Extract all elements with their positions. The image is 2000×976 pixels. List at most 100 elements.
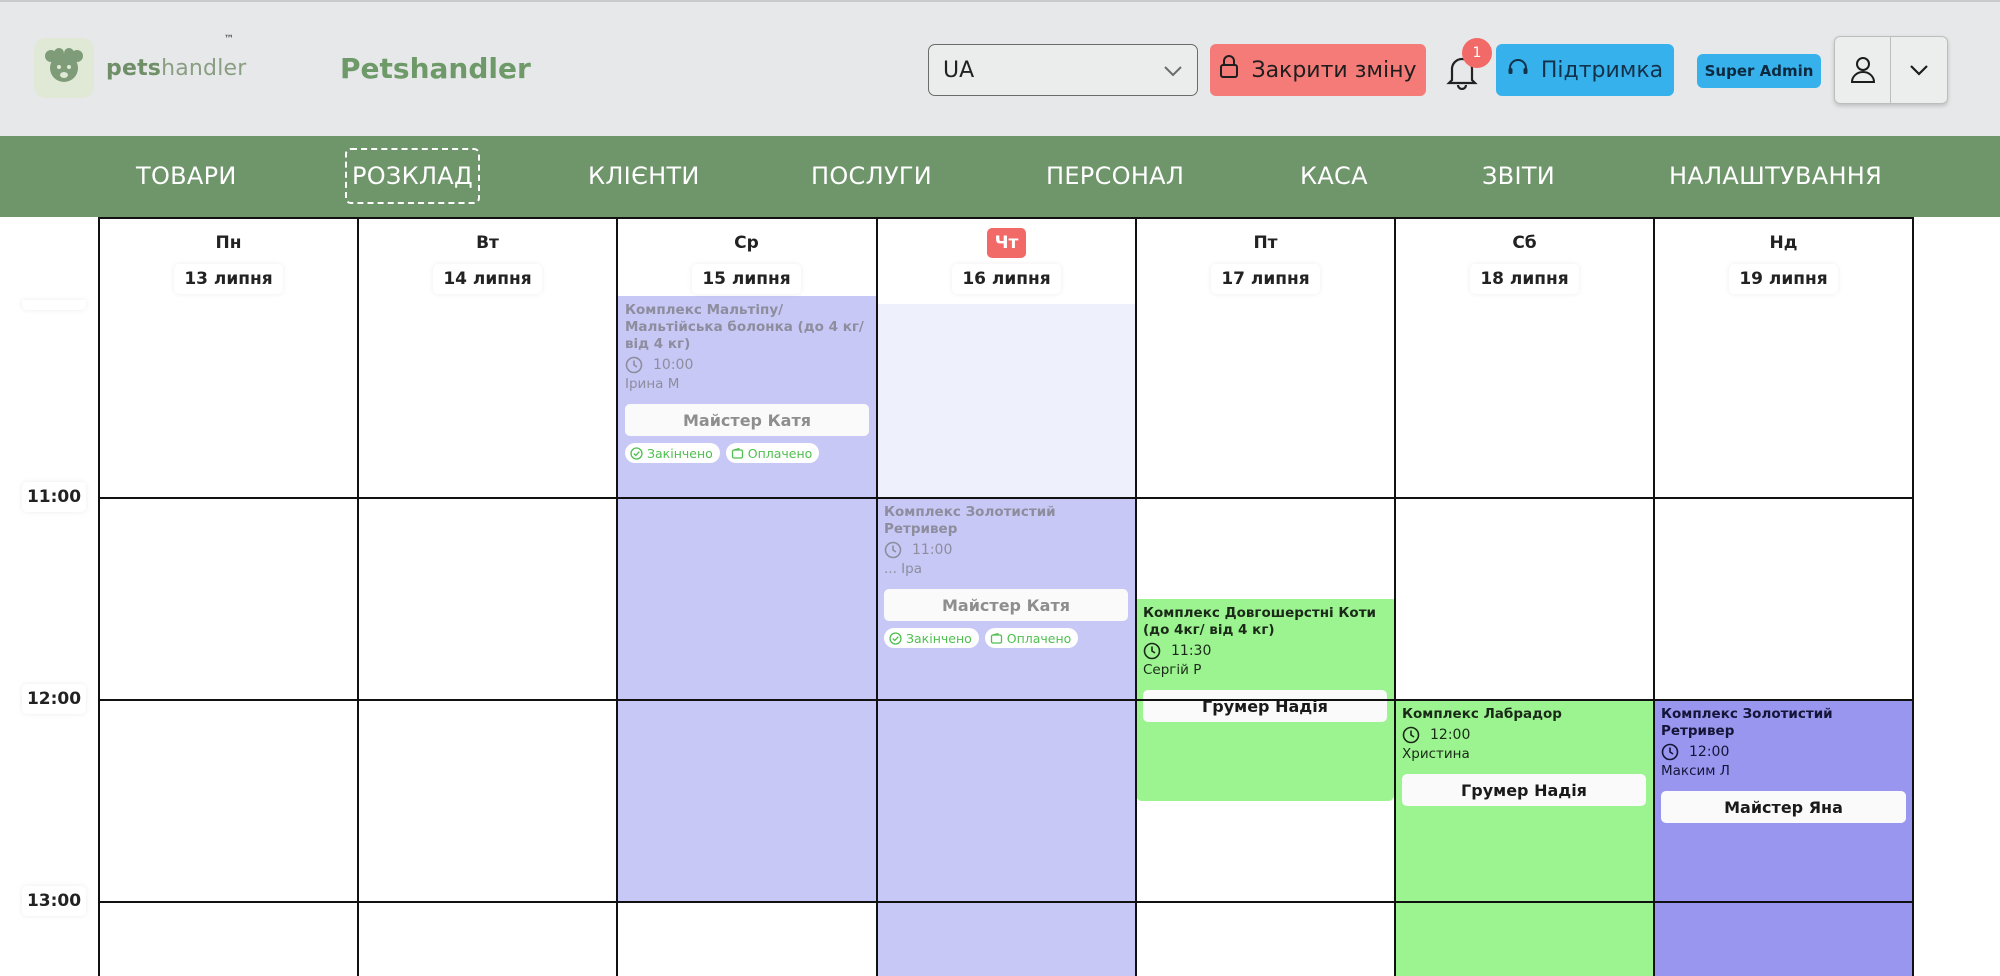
nav-item-reports[interactable]: ЗВІТИ xyxy=(1474,148,1563,204)
clock-icon xyxy=(1661,743,1679,761)
support-label: Підтримка xyxy=(1540,57,1664,83)
status-badge-finished: Закінчено xyxy=(625,443,720,463)
grid-line xyxy=(99,901,1914,903)
logo-text: petshandler xyxy=(106,55,247,81)
day-header-sun: Нд 19 липня xyxy=(1654,228,1913,294)
brand-title: Petshandler xyxy=(340,52,531,85)
grid-line xyxy=(99,217,1914,219)
time-label-stub xyxy=(22,300,86,310)
chevron-down-icon[interactable] xyxy=(1891,37,1947,103)
appointment-time: 12:00 xyxy=(1661,743,1906,761)
day-date: 18 липня xyxy=(1470,264,1579,294)
grid-line xyxy=(98,217,100,976)
grid-line xyxy=(1912,217,1914,976)
grid-line xyxy=(357,217,359,976)
headset-icon xyxy=(1507,57,1529,83)
appointment-staff: Майстер Катя xyxy=(625,404,869,436)
grid-line xyxy=(1394,217,1396,976)
day-name: Пн xyxy=(207,228,250,258)
time-label: 13:00 xyxy=(22,886,86,916)
nav-item-services[interactable]: ПОСЛУГИ xyxy=(803,148,940,204)
day-header-tue: Вт 14 липня xyxy=(358,228,617,294)
appointment-card[interactable]: Комплекс Золотистий Ретривер 12:00 Макси… xyxy=(1654,700,1913,976)
clock-icon xyxy=(1402,726,1420,744)
nav-item-cashbox[interactable]: КАСА xyxy=(1292,148,1376,204)
status-badge-paid: Оплачено xyxy=(984,628,1079,648)
appointment-client: Христина xyxy=(1402,746,1470,762)
time-label: 12:00 xyxy=(22,684,86,714)
day-header-sat: Сб 18 липня xyxy=(1395,228,1654,294)
grid-line xyxy=(616,217,618,976)
top-header: petshandler ™ Petshandler UA Закрити змі… xyxy=(0,0,2000,136)
grid-line xyxy=(1135,217,1137,976)
day-header-thu: Чт 16 липня xyxy=(877,228,1136,294)
time-label: 11:00 xyxy=(22,482,86,512)
nav-item-clients[interactable]: КЛІЄНТИ xyxy=(580,148,708,204)
appointment-title: Комплекс Довгошерстні Коти (до 4кг/ від … xyxy=(1143,605,1376,638)
nav-item-staff[interactable]: ПЕРСОНАЛ xyxy=(1038,148,1192,204)
language-select[interactable]: UA xyxy=(928,44,1198,96)
day-name: Нд xyxy=(1761,228,1806,258)
logo-trademark: ™ xyxy=(224,34,234,45)
lock-icon xyxy=(1219,55,1239,85)
appointment-title: Комплекс Лабрадор xyxy=(1402,706,1562,722)
wallet-icon xyxy=(731,447,743,459)
appointment-time: 12:00 xyxy=(1402,726,1646,744)
check-circle-icon xyxy=(889,631,902,645)
appointment-card[interactable]: Комплекс Мальтіпу/Мальтійська болонка (д… xyxy=(618,296,876,902)
day-date: 17 липня xyxy=(1211,264,1320,294)
appointment-title: Комплекс Золотистий Ретривер xyxy=(1661,706,1833,739)
day-date: 13 липня xyxy=(174,264,283,294)
logo-dog-icon xyxy=(34,38,94,98)
grid-line xyxy=(1653,217,1655,976)
check-circle-icon xyxy=(630,446,643,460)
day-name: Вт xyxy=(468,228,507,258)
appointment-card[interactable]: Комплекс Лабрадор 12:00 Христина Грумер … xyxy=(1395,700,1653,976)
appointment-staff: Грумер Надія xyxy=(1402,774,1646,806)
today-highlight xyxy=(877,304,1135,498)
nav-item-settings[interactable]: НАЛАШТУВАННЯ xyxy=(1661,148,1890,204)
support-button[interactable]: Підтримка xyxy=(1496,44,1674,96)
appointment-title: Комплекс Золотистий Ретривер xyxy=(884,504,1056,537)
appointment-time: 11:30 xyxy=(1143,642,1387,660)
clock-icon xyxy=(884,541,902,559)
appointment-time: 10:00 xyxy=(625,356,869,374)
day-date: 16 липня xyxy=(952,264,1061,294)
day-header-fri: Пт 17 липня xyxy=(1136,228,1395,294)
appointment-client: Ірина М xyxy=(625,376,680,392)
main-nav: ТОВАРИ РОЗКЛАД КЛІЄНТИ ПОСЛУГИ ПЕРСОНАЛ … xyxy=(0,136,2000,217)
appointment-title: Комплекс Мальтіпу/Мальтійська болонка (д… xyxy=(625,302,864,352)
close-shift-button[interactable]: Закрити зміну xyxy=(1210,44,1426,96)
grid-line xyxy=(99,699,1914,701)
nav-item-schedule[interactable]: РОЗКЛАД xyxy=(345,148,480,204)
app-logo[interactable]: petshandler ™ xyxy=(34,34,247,98)
appointment-client: ... Іра xyxy=(884,561,922,577)
wallet-icon xyxy=(990,632,1002,644)
appointment-card[interactable]: Комплекс Золотистий Ретривер 11:00 ... І… xyxy=(877,498,1135,976)
day-name-today: Чт xyxy=(986,228,1027,258)
appointment-staff: Майстер Катя xyxy=(884,589,1128,621)
clock-icon xyxy=(625,356,643,374)
close-shift-label: Закрити зміну xyxy=(1251,57,1417,83)
day-name: Сб xyxy=(1504,228,1545,258)
status-badge-finished: Закінчено xyxy=(884,628,979,648)
grid-line xyxy=(99,497,1914,499)
day-date: 14 липня xyxy=(433,264,542,294)
appointment-staff: Майстер Яна xyxy=(1661,791,1906,823)
appointment-client: Сергій Р xyxy=(1143,662,1202,678)
status-badge-paid: Оплачено xyxy=(725,443,820,463)
language-value: UA xyxy=(943,57,975,83)
user-icon[interactable] xyxy=(1835,37,1892,103)
day-name: Пт xyxy=(1245,228,1286,258)
appointment-tags: Закінчено Оплачено xyxy=(625,443,869,463)
appointment-client: Максим Л xyxy=(1661,763,1730,779)
day-name: Ср xyxy=(726,228,767,258)
clock-icon xyxy=(1143,642,1161,660)
notification-count-badge: 1 xyxy=(1462,38,1492,68)
day-date: 19 липня xyxy=(1729,264,1838,294)
appointment-time: 11:00 xyxy=(884,541,1128,559)
appointment-tags: Закінчено Оплачено xyxy=(884,628,1128,648)
nav-item-goods[interactable]: ТОВАРИ xyxy=(128,148,245,204)
appointment-staff: Грумер Надія xyxy=(1143,690,1387,722)
user-menu xyxy=(1834,36,1948,104)
